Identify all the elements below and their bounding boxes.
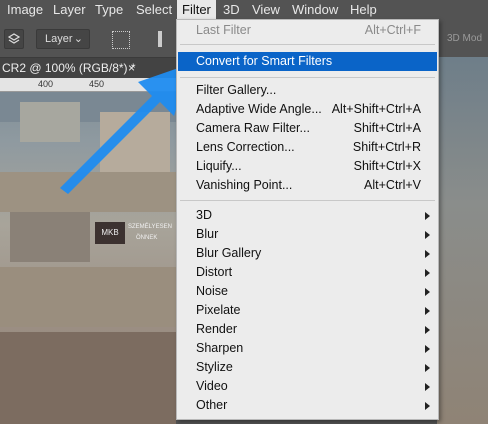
menu-separator: [180, 44, 435, 45]
sign-text: SZEMÉLYESEN: [128, 224, 172, 230]
menu-item-3d[interactable]: 3D: [177, 206, 438, 225]
menu-item-label: Sharpen: [196, 341, 244, 355]
submenu-arrow-icon: [425, 307, 430, 315]
submenu-arrow-icon: [425, 383, 430, 391]
submenu-arrow-icon: [425, 345, 430, 353]
menu-item-label: Pixelate: [196, 303, 241, 317]
building-block: [10, 212, 90, 262]
menu-item-label: Stylize: [196, 360, 233, 374]
menu-item-label: Blur: [196, 227, 219, 241]
menu-item-distort[interactable]: Distort: [177, 263, 438, 282]
menu-layer[interactable]: Layer: [48, 0, 91, 19]
menu-item-label: Vanishing Point...: [196, 178, 293, 192]
canvas-image-right[interactable]: [437, 57, 488, 424]
menu-item-pixelate[interactable]: Pixelate: [177, 301, 438, 320]
menu-item-label: Lens Correction...: [196, 140, 295, 154]
menu-bar: Image Layer Type Select Filter 3D View W…: [0, 0, 488, 19]
building-block: [0, 267, 176, 327]
menu-item-shortcut: Alt+Ctrl+F: [364, 23, 421, 37]
menu-item-last-filter: Last Filter Alt+Ctrl+F: [177, 21, 438, 40]
menu-item-label: Distort: [196, 265, 233, 279]
menu-item-adaptive-wide-angle[interactable]: Adaptive Wide Angle... Alt+Shift+Ctrl+A: [177, 100, 438, 119]
menu-help[interactable]: Help: [345, 0, 382, 19]
menu-item-label: Render: [196, 322, 237, 336]
sign-text: ÖNNEK: [136, 235, 158, 241]
menu-item-label: Other: [196, 398, 228, 412]
menu-item-liquify[interactable]: Liquify... Shift+Ctrl+X: [177, 157, 438, 176]
menu-item-label: Video: [196, 379, 228, 393]
menu-item-lens-correction[interactable]: Lens Correction... Shift+Ctrl+R: [177, 138, 438, 157]
menu-type[interactable]: Type: [90, 0, 128, 19]
menu-select[interactable]: Select: [131, 0, 177, 19]
submenu-arrow-icon: [425, 288, 430, 296]
menu-item-label: Last Filter: [196, 23, 251, 37]
menu-item-label: Adaptive Wide Angle...: [196, 102, 322, 116]
menu-item-stylize[interactable]: Stylize: [177, 358, 438, 377]
submenu-arrow-icon: [425, 364, 430, 372]
menu-item-label: Filter Gallery...: [196, 83, 277, 97]
layers-tool-icon[interactable]: [4, 29, 24, 49]
menu-item-noise[interactable]: Noise: [177, 282, 438, 301]
menu-item-sharpen[interactable]: Sharpen: [177, 339, 438, 358]
menu-item-blur[interactable]: Blur: [177, 225, 438, 244]
menu-item-label: Blur Gallery: [196, 246, 262, 260]
submenu-arrow-icon: [425, 212, 430, 220]
submenu-arrow-icon: [425, 269, 430, 277]
menu-item-shortcut: Shift+Ctrl+R: [352, 140, 421, 154]
sign-mkb: MKB: [95, 222, 125, 244]
menu-view[interactable]: View: [247, 0, 285, 19]
menu-item-vanishing-point[interactable]: Vanishing Point... Alt+Ctrl+V: [177, 176, 438, 195]
menu-filter[interactable]: Filter: [177, 0, 216, 19]
menu-item-convert-smart-filters[interactable]: Convert for Smart Filters: [178, 52, 437, 71]
building-block: [0, 332, 176, 424]
menu-item-label: Noise: [196, 284, 228, 298]
menu-item-label: Camera Raw Filter...: [196, 121, 310, 135]
menu-item-filter-gallery[interactable]: Filter Gallery...: [177, 81, 438, 100]
menu-item-shortcut: Shift+Ctrl+A: [353, 121, 421, 135]
3d-mode-label: 3D Mod: [447, 33, 483, 44]
menu-item-blur-gallery[interactable]: Blur Gallery: [177, 244, 438, 263]
menu-window[interactable]: Window: [287, 0, 343, 19]
menu-item-shortcut: Alt+Ctrl+V: [364, 178, 421, 192]
menu-separator: [180, 200, 435, 201]
menu-separator: [180, 77, 435, 78]
submenu-arrow-icon: [425, 231, 430, 239]
filter-menu: Last Filter Alt+Ctrl+F Convert for Smart…: [176, 19, 439, 420]
menu-3d[interactable]: 3D: [218, 0, 245, 19]
submenu-arrow-icon: [425, 402, 430, 410]
submenu-arrow-icon: [425, 250, 430, 258]
menu-item-label: 3D: [196, 208, 212, 222]
menu-item-render[interactable]: Render: [177, 320, 438, 339]
menu-item-label: Liquify...: [196, 159, 242, 173]
menu-image[interactable]: Image: [2, 0, 48, 19]
menu-item-other[interactable]: Other: [177, 396, 438, 415]
menu-item-label: Convert for Smart Filters: [196, 54, 333, 68]
menu-item-shortcut: Alt+Shift+Ctrl+A: [331, 102, 421, 116]
menu-item-camera-raw-filter[interactable]: Camera Raw Filter... Shift+Ctrl+A: [177, 119, 438, 138]
menu-item-shortcut: Shift+Ctrl+X: [353, 159, 421, 173]
submenu-arrow-icon: [425, 326, 430, 334]
menu-item-video[interactable]: Video: [177, 377, 438, 396]
